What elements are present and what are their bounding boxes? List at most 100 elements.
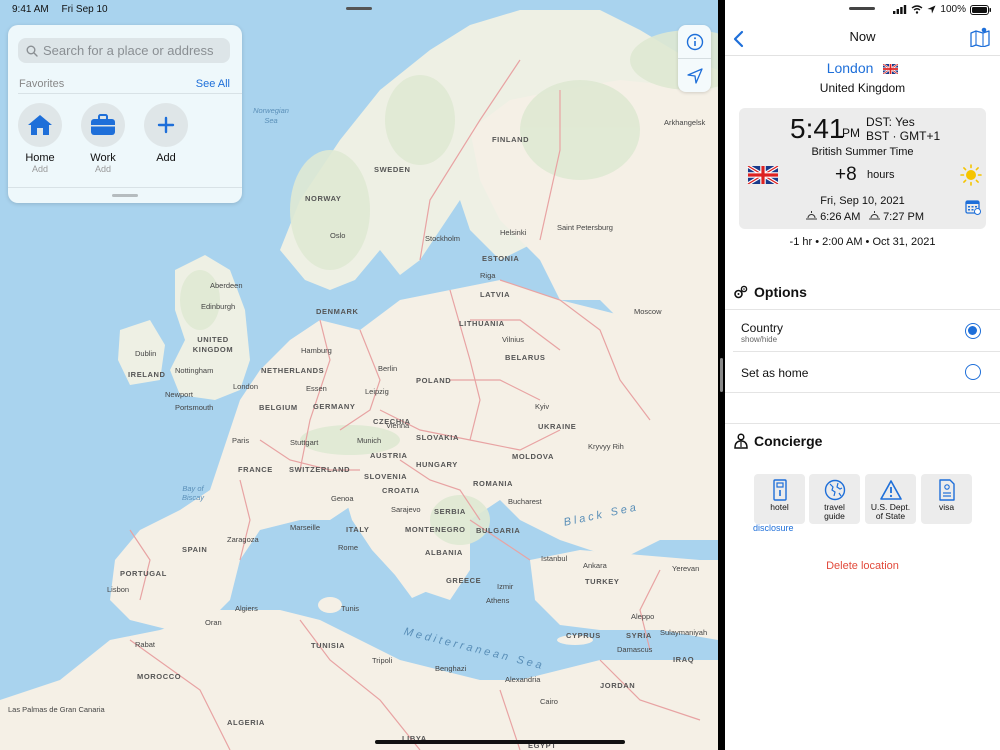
map-label-city: Ankara — [583, 561, 607, 570]
time-offset-unit: hours — [867, 169, 895, 181]
nav-bar: Now — [725, 24, 1000, 56]
map-label-city: Kryvyy Rih — [588, 442, 624, 451]
calendar-icon[interactable] — [965, 199, 981, 215]
map-label-country: PORTUGAL — [120, 569, 167, 578]
detail-pane: 100% Now London United Kingdom 5:41 PM D… — [725, 0, 1000, 750]
delete-location-button[interactable]: Delete location — [725, 560, 1000, 572]
map-label-country: TURKEY — [585, 577, 620, 586]
time-offset: +8 — [835, 164, 857, 185]
map-label-city: Algiers — [235, 604, 258, 613]
map-info-button[interactable] — [678, 25, 711, 58]
divider — [725, 423, 1000, 424]
map-label-city: Dublin — [135, 349, 157, 358]
favorite-sub: Add — [31, 164, 48, 174]
map-label-country: SYRIA — [626, 631, 652, 640]
concierge-label: travel guide — [824, 502, 845, 521]
sunset-time: 7:27 PM — [883, 211, 925, 223]
disclosure-link[interactable]: disclosure — [753, 523, 794, 533]
map-label-country: ALGERIA — [227, 718, 265, 727]
warning-icon — [879, 480, 902, 500]
map-label-country: MONTENEGRO — [405, 525, 466, 534]
city-name[interactable]: London — [827, 60, 874, 76]
favorites-title: Favorites — [19, 78, 65, 90]
card-resize-handle[interactable] — [112, 194, 138, 197]
map-label-city: Vilnius — [502, 335, 524, 344]
map-label-sea: Norwegian Sea — [253, 106, 289, 125]
search-card: Favorites See All Home Add Work Add — [8, 25, 242, 203]
house-icon — [28, 115, 52, 135]
map-label-city: Benghazi — [435, 664, 467, 673]
favorite-home-circle[interactable] — [18, 103, 62, 147]
map-label-city: Zaragoza — [227, 535, 259, 544]
hotel-button[interactable]: hotel — [754, 474, 805, 524]
country-radio[interactable] — [965, 323, 981, 339]
map-label-city: Moscow — [634, 307, 662, 316]
search-bar[interactable] — [18, 38, 230, 63]
map-label-city: Paris — [232, 436, 250, 445]
concierge-label: hotel — [770, 502, 789, 512]
set-home-radio[interactable] — [965, 364, 981, 380]
option-label: Set as home — [741, 366, 809, 380]
favorite-work[interactable]: Work Add — [71, 103, 135, 174]
favorite-home[interactable]: Home Add — [8, 103, 72, 174]
see-all-link[interactable]: See All — [196, 78, 230, 90]
battery-percent: 100% — [940, 4, 966, 15]
us-dept-state-button[interactable]: U.S. Dept. of State — [865, 474, 916, 524]
nav-title: Now — [849, 29, 876, 44]
map-label-city: Hamburg — [301, 346, 332, 355]
split-view-handle[interactable] — [720, 358, 723, 392]
multitasking-grabber[interactable] — [849, 7, 875, 10]
concierge-title: Concierge — [754, 433, 823, 449]
map-label-city: Edinburgh — [201, 302, 236, 311]
map-label-city: Helsinki — [500, 228, 527, 237]
map-label-country: GREECE — [446, 576, 482, 585]
sunrise: 6:26 AM — [806, 211, 860, 223]
travel-guide-button[interactable]: travel guide — [809, 474, 860, 524]
favorite-label: Add — [156, 152, 176, 164]
map-label-city: Lisbon — [107, 585, 130, 594]
uk-flag-icon — [747, 166, 779, 184]
split-view-divider[interactable] — [718, 0, 725, 750]
visa-button[interactable]: visa — [921, 474, 972, 524]
favorite-sub: Add — [94, 164, 111, 174]
favorite-add-circle[interactable] — [144, 103, 188, 147]
wifi-icon — [911, 5, 923, 14]
map-icon[interactable] — [970, 27, 990, 47]
status-time: 9:41 AM — [12, 4, 49, 15]
gears-icon — [734, 285, 748, 299]
divider — [18, 93, 242, 94]
map-label-country: SERBIA — [434, 507, 466, 516]
map-label-city: London — [233, 382, 259, 391]
home-indicator[interactable] — [375, 740, 625, 744]
plus-icon — [157, 116, 175, 134]
map-label-country: IRELAND — [128, 370, 166, 379]
map-label-country: NORWAY — [305, 194, 342, 203]
map-label-country: HUNGARY — [416, 460, 458, 469]
map-label-city: Marseille — [290, 523, 321, 532]
map-label-city: Stockholm — [425, 234, 461, 243]
search-input[interactable] — [43, 43, 223, 58]
time-card: 5:41 PM DST: Yes BST · GMT+1 British Sum… — [739, 108, 986, 229]
map-label-city: Tunis — [341, 604, 360, 613]
map-label-country: SLOVAKIA — [416, 433, 459, 442]
map-label-country: JORDAN — [600, 681, 636, 690]
map-label-city: Portsmouth — [175, 403, 214, 412]
place-title[interactable]: London — [725, 60, 1000, 76]
map-label-city: Sulaymaniyah — [660, 628, 708, 637]
favorite-work-circle[interactable] — [81, 103, 125, 147]
map-label-city: Yerevan — [672, 564, 700, 573]
map-label-country: CROATIA — [382, 486, 420, 495]
multitasking-grabber[interactable] — [346, 7, 372, 10]
location-services-icon — [927, 5, 936, 14]
country-name: United Kingdom — [819, 81, 906, 95]
map-label-country: BELARUS — [505, 353, 546, 362]
sunset-icon — [869, 211, 880, 220]
map-label-country: FRANCE — [238, 465, 273, 474]
map-label-city: Nottingham — [175, 366, 214, 375]
favorite-add[interactable]: Add — [134, 103, 198, 164]
map-label-country: ESTONIA — [482, 254, 520, 263]
map-view[interactable]: NORWAY SWEDEN FINLAND ESTONIA LATVIA LIT… — [0, 0, 718, 750]
locate-me-button[interactable] — [678, 59, 711, 92]
map-label-country: UKRAINE — [538, 422, 577, 431]
document-icon — [938, 479, 955, 501]
